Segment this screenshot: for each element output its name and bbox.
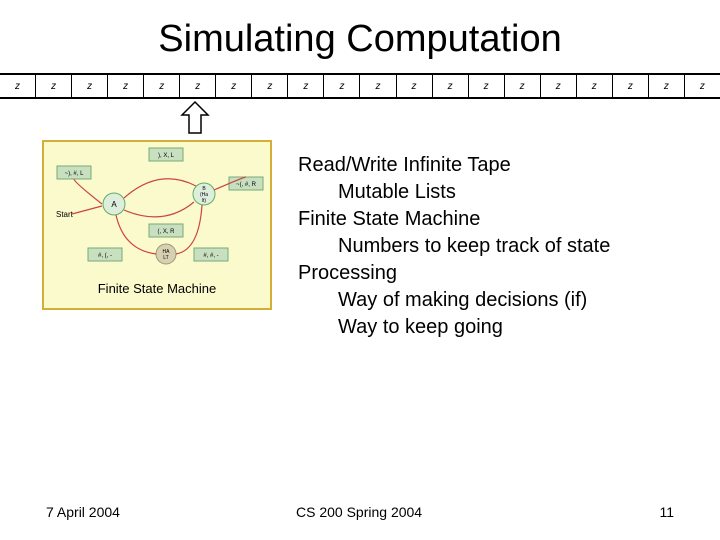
tape-cell: z (323, 75, 359, 97)
tape-cell: z (576, 75, 612, 97)
tape-cell: z (612, 75, 648, 97)
explain-i2: Numbers to keep track of state (298, 233, 610, 260)
tape-cell: z (504, 75, 540, 97)
fsm-caption: Finite State Machine (44, 281, 270, 296)
trans-topleft: ~), #, L (65, 171, 85, 177)
tape-cell: z (684, 75, 720, 97)
footer-date: 7 April 2004 (46, 504, 120, 520)
tape-cell: z (540, 75, 576, 97)
explain-i1: Mutable Lists (298, 179, 610, 206)
footer-page: 11 (659, 504, 674, 520)
explanation-text: Read/Write Infinite Tape Mutable Lists F… (298, 152, 610, 341)
tape-cell: z (35, 75, 71, 97)
tape-cell: z (359, 75, 395, 97)
explain-i3a: Way of making decisions (if) (298, 287, 610, 314)
tape-cell: z (648, 75, 684, 97)
tape-cell: z (287, 75, 323, 97)
page-title: Simulating Computation (0, 0, 720, 73)
explain-i3b: Way to keep going (298, 314, 610, 341)
tape-cell: z (396, 75, 432, 97)
svg-text:LT: LT (163, 255, 168, 261)
tape-cell: z (215, 75, 251, 97)
tape-cell: z (179, 75, 215, 97)
explain-h3: Processing (298, 260, 610, 287)
footer-course: CS 200 Spring 2004 (296, 504, 422, 520)
trans-right: ~(, #, R (236, 182, 257, 188)
trans-mid: (, X, R (157, 229, 175, 235)
tape-cell: z (0, 75, 35, 97)
tape-cell: z (71, 75, 107, 97)
state-a: A (111, 200, 117, 209)
fsm-start: Start (56, 210, 74, 219)
tape-cell: z (251, 75, 287, 97)
trans-left: #, (, - (98, 253, 112, 259)
tape-cell: z (107, 75, 143, 97)
tape-cell: z (143, 75, 179, 97)
explain-h1: Read/Write Infinite Tape (298, 152, 610, 179)
explain-h2: Finite State Machine (298, 206, 610, 233)
svg-text:lt): lt) (202, 198, 207, 204)
tape-cell: z (432, 75, 468, 97)
trans-bot: #, #, - (203, 253, 218, 259)
tape-cell: z (468, 75, 504, 97)
trans-top: ), X, L (158, 153, 175, 159)
tape: zzzzzzzzzzzzzzzzzzzz (0, 73, 720, 99)
arrow-up-icon (180, 100, 210, 140)
fsm-diagram: ), X, L ~), #, L ~(, #, R (, X, R #, (, … (42, 140, 272, 310)
